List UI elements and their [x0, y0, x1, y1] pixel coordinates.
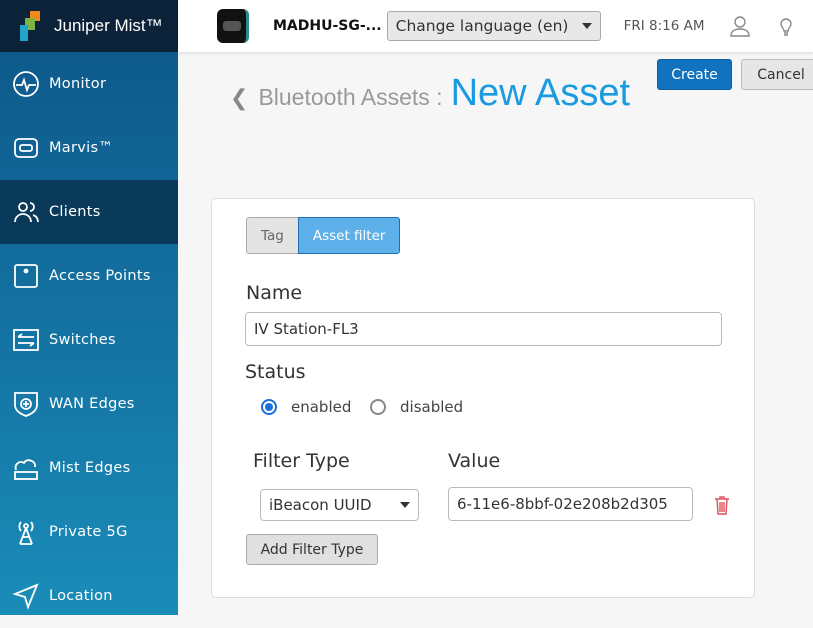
switches-icon [13, 329, 39, 351]
chevron-down-icon [581, 23, 592, 29]
user-icon[interactable] [729, 15, 751, 37]
filter-value-input[interactable]: 6-11e6-8bbf-02e208b2d305 [448, 487, 693, 521]
sidebar-item-label: Marvis™ [49, 140, 114, 156]
juniper-mist-logo[interactable]: Juniper Mist™ [0, 0, 178, 52]
sidebar-item-location[interactable]: Location [0, 564, 178, 628]
sidebar-item-mist-edges[interactable]: Mist Edges [0, 436, 178, 500]
cancel-button[interactable]: Cancel [741, 59, 813, 90]
radio-label: disabled [400, 398, 464, 416]
add-filter-type-button[interactable]: Add Filter Type [246, 534, 378, 565]
sidebar-item-label: WAN Edges [49, 396, 135, 412]
radio-checked-icon [261, 399, 277, 415]
logo-mark-icon [20, 11, 46, 41]
marvis-bot-icon[interactable] [217, 9, 249, 43]
tab-tag[interactable]: Tag [246, 217, 298, 254]
breadcrumb[interactable]: Bluetooth Assets : [258, 84, 442, 111]
asset-form-card: Tag Asset filter Name IV Station-FL3 Sta… [211, 198, 755, 598]
status-label: Status [245, 361, 306, 383]
sidebar-item-marvis[interactable]: Marvis™ [0, 116, 178, 180]
name-label: Name [246, 282, 303, 304]
sidebar-item-label: Switches [49, 332, 116, 348]
access-point-icon [14, 264, 38, 288]
radio-label: enabled [291, 398, 352, 416]
name-input[interactable]: IV Station-FL3 [245, 312, 722, 346]
org-name[interactable]: MADHU-SG-... [273, 18, 382, 34]
wan-edges-icon [14, 392, 38, 417]
asset-type-tabs: Tag Asset filter [246, 217, 401, 254]
lightbulb-icon[interactable] [775, 15, 797, 37]
page-title: ❮ Bluetooth Assets : New Asset [230, 72, 630, 115]
sidebar: Monitor Marvis™ Clients Access Points Sw… [0, 52, 178, 615]
language-select-value: Change language (en) [395, 17, 569, 35]
back-chevron-icon[interactable]: ❮ [230, 86, 248, 111]
sidebar-item-clients[interactable]: Clients [0, 180, 178, 244]
logo-text: Juniper Mist™ [54, 16, 163, 35]
sidebar-item-label: Clients [49, 204, 101, 220]
status-radio-enabled[interactable]: enabled [261, 398, 351, 416]
sidebar-item-label: Private 5G [49, 524, 128, 540]
monitor-icon [13, 71, 39, 97]
sidebar-item-label: Location [49, 588, 113, 604]
top-header: MADHU-SG-... Change language (en) FRI 8:… [178, 0, 813, 52]
clock: FRI 8:16 AM [623, 18, 705, 34]
sidebar-item-access-points[interactable]: Access Points [0, 244, 178, 308]
chevron-down-icon [400, 502, 410, 508]
marvis-icon [14, 138, 38, 158]
sidebar-item-label: Access Points [49, 268, 151, 284]
mist-edges-icon [14, 459, 38, 480]
sidebar-item-switches[interactable]: Switches [0, 308, 178, 372]
status-radio-disabled[interactable]: disabled [370, 398, 463, 416]
create-button[interactable]: Create [657, 59, 732, 90]
page-heading: New Asset [450, 72, 631, 114]
radio-unchecked-icon [370, 399, 386, 415]
filter-type-label: Filter Type [253, 450, 350, 472]
antenna-icon [18, 521, 34, 545]
sidebar-item-wan-edges[interactable]: WAN Edges [0, 372, 178, 436]
filter-type-select[interactable]: iBeacon UUID [260, 489, 419, 521]
filter-type-value: iBeacon UUID [269, 496, 372, 514]
value-label: Value [448, 450, 501, 472]
clients-icon [14, 202, 39, 223]
trash-icon[interactable] [714, 495, 730, 515]
language-select[interactable]: Change language (en) [386, 11, 601, 41]
sidebar-item-label: Monitor [49, 76, 107, 92]
sidebar-item-private-5g[interactable]: Private 5G [0, 500, 178, 564]
tab-asset-filter[interactable]: Asset filter [297, 217, 401, 254]
sidebar-item-label: Mist Edges [49, 460, 131, 476]
sidebar-item-monitor[interactable]: Monitor [0, 52, 178, 116]
location-icon [12, 583, 39, 610]
